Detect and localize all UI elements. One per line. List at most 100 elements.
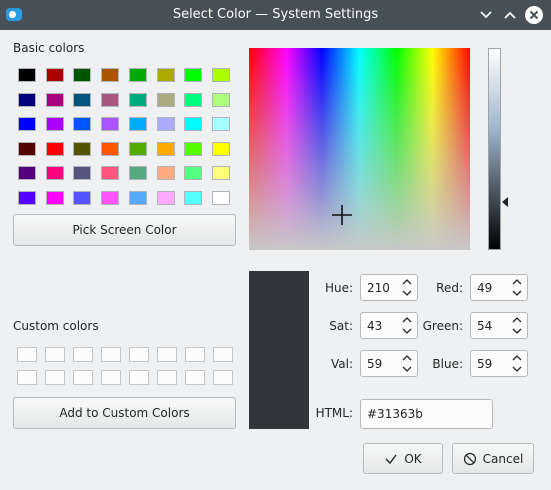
basic-color-swatch[interactable] xyxy=(211,117,230,132)
basic-color-swatch[interactable] xyxy=(211,68,230,82)
basic-color-swatch[interactable] xyxy=(101,68,120,82)
basic-color-swatch[interactable] xyxy=(128,92,147,107)
basic-color-swatch[interactable] xyxy=(156,191,175,205)
basic-color-swatch[interactable] xyxy=(128,191,147,205)
custom-color-slot[interactable] xyxy=(129,347,149,362)
pick-screen-color-label: Pick Screen Color xyxy=(72,223,177,237)
custom-color-slot[interactable] xyxy=(185,347,205,362)
basic-color-swatch[interactable] xyxy=(156,68,175,82)
basic-color-swatch[interactable] xyxy=(18,92,36,107)
add-to-custom-colors-label: Add to Custom Colors xyxy=(59,406,190,420)
chevron-up-icon xyxy=(504,11,516,19)
custom-color-slot[interactable] xyxy=(101,347,121,362)
basic-color-swatch[interactable] xyxy=(211,191,230,205)
basic-color-swatch[interactable] xyxy=(18,191,36,205)
add-to-custom-colors-button[interactable]: Add to Custom Colors xyxy=(13,397,236,429)
spin-arrows-icon[interactable] xyxy=(401,353,413,374)
spin-arrows-icon[interactable] xyxy=(511,353,523,374)
select-color-dialog: Select Color — System Settings Basic col… xyxy=(0,0,551,490)
basic-color-swatch[interactable] xyxy=(211,92,230,107)
basic-color-swatch[interactable] xyxy=(128,68,147,82)
custom-color-slot[interactable] xyxy=(157,347,177,362)
custom-color-slot[interactable] xyxy=(17,347,37,362)
close-icon xyxy=(525,6,543,24)
custom-color-slot[interactable] xyxy=(17,370,37,385)
hue-saturation-spectrum[interactable] xyxy=(249,48,470,250)
custom-color-slot[interactable] xyxy=(157,370,177,385)
basic-color-swatch[interactable] xyxy=(211,166,230,181)
custom-color-slot[interactable] xyxy=(101,370,121,385)
basic-color-swatch[interactable] xyxy=(128,117,147,132)
basic-color-swatch[interactable] xyxy=(156,92,175,107)
basic-color-swatch[interactable] xyxy=(45,117,64,132)
title-bar[interactable]: Select Color — System Settings xyxy=(0,0,551,30)
val-spinbox[interactable]: 59 xyxy=(360,350,418,377)
minimize-button[interactable] xyxy=(475,4,497,26)
basic-color-swatch[interactable] xyxy=(156,141,175,156)
custom-color-slot[interactable] xyxy=(129,370,149,385)
basic-color-swatch[interactable] xyxy=(73,141,92,156)
sat-label: Sat: xyxy=(329,319,353,333)
basic-color-swatch[interactable] xyxy=(184,117,203,132)
basic-color-swatch[interactable] xyxy=(73,92,92,107)
custom-color-slot[interactable] xyxy=(213,347,233,362)
basic-color-swatch[interactable] xyxy=(73,117,92,132)
basic-color-swatch[interactable] xyxy=(45,68,64,82)
blue-spinbox[interactable]: 59 xyxy=(470,350,528,377)
spin-arrows-icon[interactable] xyxy=(401,277,413,298)
blue-label: Blue: xyxy=(432,357,463,371)
basic-color-swatch[interactable] xyxy=(18,166,36,181)
custom-color-slot[interactable] xyxy=(185,370,205,385)
basic-color-swatch[interactable] xyxy=(73,166,92,181)
spin-arrows-icon[interactable] xyxy=(511,277,523,298)
basic-color-swatch[interactable] xyxy=(101,166,120,181)
ok-button[interactable]: OK xyxy=(363,443,443,474)
basic-color-swatch[interactable] xyxy=(45,92,64,107)
basic-color-swatch[interactable] xyxy=(156,166,175,181)
basic-color-swatch[interactable] xyxy=(73,191,92,205)
basic-color-swatch[interactable] xyxy=(184,166,203,181)
red-spinbox[interactable]: 49 xyxy=(470,274,528,301)
green-spinbox[interactable]: 54 xyxy=(470,312,528,339)
basic-color-swatch[interactable] xyxy=(184,92,203,107)
basic-color-swatch[interactable] xyxy=(45,166,64,181)
current-color-preview xyxy=(249,271,309,429)
html-color-input[interactable]: #31363b xyxy=(360,399,493,429)
basic-color-swatch[interactable] xyxy=(128,166,147,181)
custom-color-slot[interactable] xyxy=(45,370,65,385)
basic-color-swatch[interactable] xyxy=(18,117,36,132)
basic-color-swatch[interactable] xyxy=(18,141,36,156)
custom-color-slot[interactable] xyxy=(73,370,93,385)
basic-color-swatch[interactable] xyxy=(45,141,64,156)
crosshair-cursor-icon xyxy=(332,205,352,225)
basic-color-swatch[interactable] xyxy=(101,92,120,107)
value-slider-arrow-icon[interactable] xyxy=(502,197,508,207)
basic-color-swatch[interactable] xyxy=(184,191,203,205)
hue-value: 210 xyxy=(367,281,390,295)
basic-color-swatch[interactable] xyxy=(128,141,147,156)
custom-color-slot[interactable] xyxy=(213,370,233,385)
basic-color-swatch[interactable] xyxy=(184,141,203,156)
custom-color-slot[interactable] xyxy=(73,347,93,362)
spin-arrows-icon[interactable] xyxy=(401,315,413,336)
hue-spinbox[interactable]: 210 xyxy=(360,274,418,301)
basic-color-swatch[interactable] xyxy=(101,117,120,132)
sat-spinbox[interactable]: 43 xyxy=(360,312,418,339)
basic-color-swatch[interactable] xyxy=(101,141,120,156)
basic-color-swatch[interactable] xyxy=(18,68,36,82)
spin-arrows-icon[interactable] xyxy=(511,315,523,336)
basic-color-swatch[interactable] xyxy=(101,191,120,205)
close-button[interactable] xyxy=(523,4,545,26)
cancel-button[interactable]: Cancel xyxy=(452,443,534,474)
custom-color-slot[interactable] xyxy=(45,347,65,362)
basic-color-swatch[interactable] xyxy=(184,68,203,82)
pick-screen-color-button[interactable]: Pick Screen Color xyxy=(13,214,236,246)
basic-color-swatch[interactable] xyxy=(73,68,92,82)
basic-color-swatch[interactable] xyxy=(45,191,64,205)
value-slider[interactable] xyxy=(488,48,501,250)
basic-color-swatch[interactable] xyxy=(156,117,175,132)
basic-color-swatch[interactable] xyxy=(211,141,230,156)
ok-label: OK xyxy=(404,451,422,466)
maximize-button[interactable] xyxy=(499,4,521,26)
sat-value: 43 xyxy=(367,319,383,333)
